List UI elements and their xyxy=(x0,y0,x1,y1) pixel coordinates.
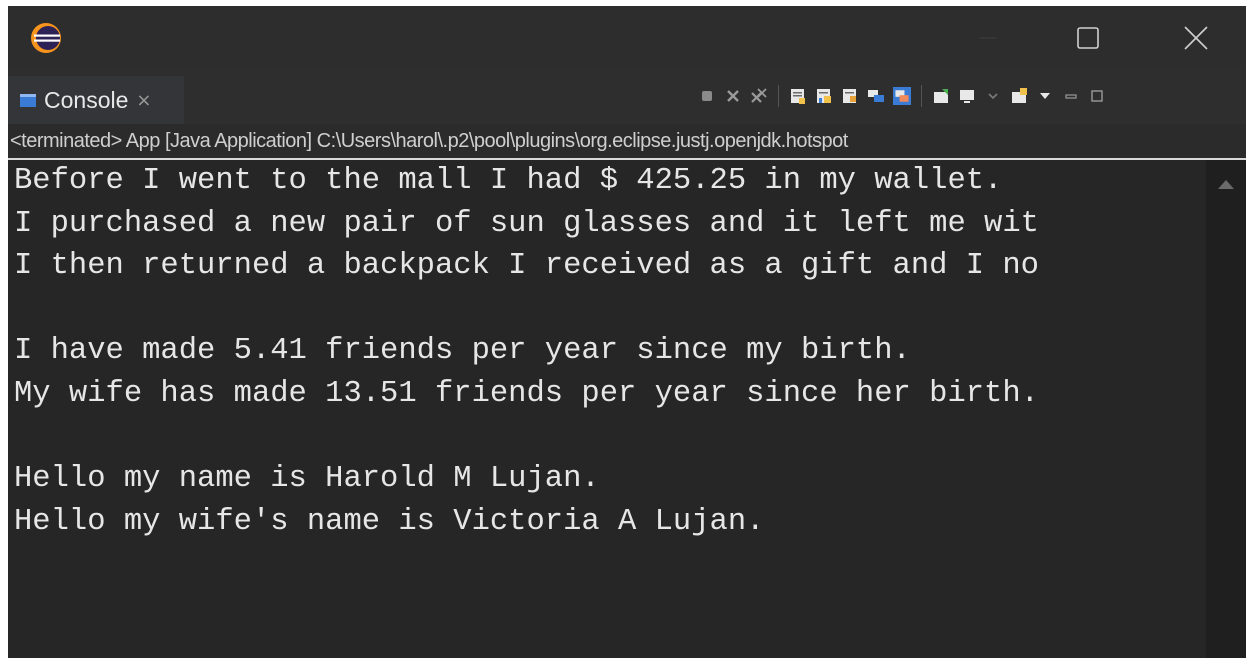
show-on-stderr-icon[interactable] xyxy=(893,87,911,105)
console-output[interactable]: Before I went to the mall I had $ 425.25… xyxy=(8,160,1206,658)
view-tab-bar: Console × xyxy=(8,70,1246,124)
vertical-scrollbar[interactable] xyxy=(1206,160,1246,658)
eclipse-icon xyxy=(31,23,61,53)
console-line: Hello my wife's name is Victoria A Lujan… xyxy=(14,504,765,539)
remove-all-terminated-icon[interactable] xyxy=(750,87,768,105)
maximize-button[interactable] xyxy=(1060,6,1116,70)
show-on-stdout-icon[interactable] xyxy=(867,87,885,105)
console-line: Hello my name is Harold M Lujan. xyxy=(14,462,600,497)
remove-launch-icon[interactable] xyxy=(724,87,742,105)
display-selected-console-icon[interactable] xyxy=(958,87,976,105)
console-icon xyxy=(20,93,36,107)
console-line: Before I went to the mall I had $ 425.25… xyxy=(14,164,1003,198)
toolbar-separator xyxy=(921,85,922,107)
minimize-view-icon[interactable] xyxy=(1062,87,1080,105)
pin-console-icon[interactable] xyxy=(932,87,950,105)
console-line: I purchased a new pair of sun glasses an… xyxy=(14,206,1039,241)
open-console-icon[interactable] xyxy=(1010,87,1028,105)
close-icon xyxy=(1184,26,1208,50)
minimize-icon xyxy=(980,37,996,39)
maximize-icon xyxy=(1077,27,1099,49)
terminate-icon[interactable] xyxy=(698,87,716,105)
console-line: I then returned a backpack I received as… xyxy=(14,249,1039,284)
console-line: I have made 5.41 friends per year since … xyxy=(14,334,911,369)
open-console-dropdown-icon[interactable] xyxy=(1036,87,1054,105)
close-button[interactable] xyxy=(1168,6,1224,70)
console-status-line: <terminated> App [Java Application] C:\U… xyxy=(8,124,1246,160)
eclipse-window: Console × <terminated> App [Java Applica… xyxy=(8,6,1246,658)
toolbar-separator xyxy=(778,85,779,107)
maximize-view-icon[interactable] xyxy=(1088,87,1106,105)
scroll-up-icon[interactable] xyxy=(1218,180,1234,189)
word-wrap-icon[interactable] xyxy=(841,87,859,105)
tab-console-label: Console xyxy=(44,86,129,113)
display-console-dropdown-icon[interactable] xyxy=(984,87,1002,105)
tab-console[interactable]: Console × xyxy=(8,76,184,124)
console-toolbar xyxy=(694,82,1110,110)
scroll-lock-icon[interactable] xyxy=(815,87,833,105)
clear-console-icon[interactable] xyxy=(789,87,807,105)
minimize-button[interactable] xyxy=(960,6,1016,70)
console-line: My wife has made 13.51 friends per year … xyxy=(14,376,1039,411)
tab-close-icon[interactable]: × xyxy=(136,90,151,111)
title-bar xyxy=(8,6,1246,70)
